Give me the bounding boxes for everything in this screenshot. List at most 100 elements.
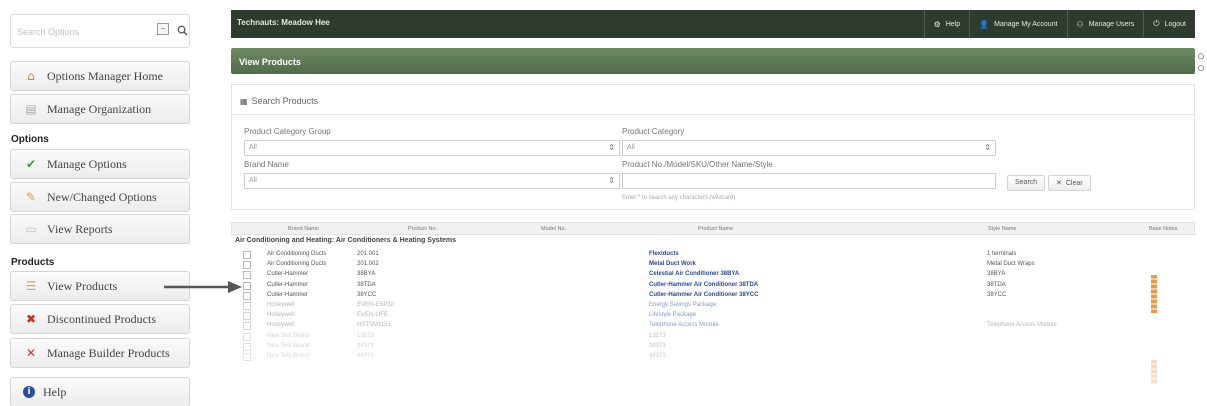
select-product-category-group[interactable]: All ⇕	[244, 140, 620, 156]
cell-product-name[interactable]: 13273	[649, 333, 666, 339]
chevron-updown-icon: ⇕	[984, 143, 991, 152]
table-row[interactable]: Honeywell EVEN-ESP32 Energy Savings Packag…	[231, 301, 1195, 311]
search-button[interactable]: Search	[1007, 175, 1046, 191]
table-header: Brand Name Product No. Model No. Product…	[231, 222, 1195, 235]
nav-manage-options[interactable]: ✔ Manage Options	[10, 149, 190, 179]
nav-view-reports[interactable]: ▭ View Reports	[10, 214, 190, 244]
cell-style-name: 38YCC	[987, 291, 1007, 298]
col-base-notes[interactable]: Base Notes	[1149, 226, 1177, 232]
row-checkbox[interactable]	[243, 271, 251, 280]
nav-new-changed-options[interactable]: ✎ New/Changed Options	[10, 182, 190, 212]
cell-product-no: 13273	[357, 332, 374, 339]
select-product-category[interactable]: All ⇕	[622, 140, 996, 156]
row-checkbox[interactable]	[243, 302, 251, 310]
note-marker	[1151, 275, 1157, 313]
collapse-icon[interactable]: −	[157, 23, 169, 35]
select-brand-name[interactable]: All ⇕	[244, 173, 620, 189]
home-icon: ⌂	[27, 69, 35, 83]
welcome-text: Technauts: Meadow Hee	[237, 18, 330, 27]
cell-brand-name: Cutler-Hammer	[267, 271, 309, 278]
nav-help[interactable]: i Help	[10, 377, 190, 406]
input-product-no[interactable]	[622, 173, 996, 189]
cell-style-name: 1 terminals	[987, 251, 1017, 257]
cell-product-name[interactable]: Cutler-Hammer Air Conditioner 38TDA	[649, 282, 758, 288]
cell-brand-name: New Test Brand	[267, 342, 310, 349]
col-style-name[interactable]: Style Name	[988, 226, 1016, 232]
row-checkbox[interactable]	[243, 353, 251, 361]
clear-button[interactable]: ✕ Clear	[1048, 175, 1091, 191]
nav-discontinued-products[interactable]: ✖ Discontinued Products	[10, 304, 190, 334]
nav-label: New/Changed Options	[47, 189, 157, 204]
top-link-manage-account[interactable]: 👤 Manage My Account	[969, 10, 1066, 38]
cell-product-name[interactable]: Energy Savings Package	[649, 302, 716, 308]
col-brand-name[interactable]: Brand Name	[288, 226, 319, 232]
clear-x-icon: ✕	[1056, 179, 1062, 187]
cell-product-name[interactable]: Telephone Access Module	[649, 322, 719, 328]
nav-options-manager-home[interactable]: ⌂ Options Manager Home	[10, 61, 190, 91]
chevron-updown-icon: ⇕	[608, 176, 615, 185]
top-link-help[interactable]: ⚙ Help	[923, 10, 970, 38]
row-checkbox[interactable]	[243, 342, 251, 351]
cell-product-no: 34373	[357, 342, 374, 349]
table-row[interactable]: Honeywell EVEN-LIFE Lifestyle Package	[231, 311, 1195, 321]
cell-product-no: 201.001	[357, 251, 379, 257]
col-product-name[interactable]: Product Name	[698, 226, 733, 232]
cell-style-name: Metal Duct Wraps	[987, 261, 1035, 268]
cell-product-name[interactable]: Metal Duct Work	[649, 261, 696, 267]
power-icon: ⏻	[1153, 19, 1160, 28]
sidebar-search-input[interactable]	[17, 23, 137, 41]
row-checkbox[interactable]	[243, 281, 251, 290]
cell-product-name[interactable]: Flexiducts	[649, 251, 679, 257]
table-row[interactable]: New Test Brand 44373 44373	[231, 352, 1195, 362]
table-row[interactable]: Cutler-Hammer 38TDA Cutler-Hammer Air Cond…	[231, 281, 1195, 291]
cell-product-name[interactable]: 34373	[649, 343, 666, 349]
list-icon: ☰	[25, 279, 37, 293]
label-brand-name: Brand Name	[244, 160, 289, 169]
top-link-label: Manage My Account	[994, 20, 1058, 28]
row-checkbox[interactable]	[243, 332, 251, 341]
nav-label: View Products	[47, 278, 118, 293]
tools-icon: ✕	[25, 346, 37, 360]
cell-product-name[interactable]: Cutler-Hammer Air Conditioner 38YCC	[649, 292, 758, 298]
row-checkbox[interactable]	[243, 291, 251, 300]
settings-icon: ⚙	[933, 19, 941, 29]
cell-product-name[interactable]: Lifestyle Package	[649, 312, 696, 318]
table-row[interactable]: Cutler-Hammer 38BYA Celestial Air Conditio…	[231, 270, 1195, 280]
table-row[interactable]: Cutler-Hammer 38YCC Cutler-Hammer Air Cond…	[231, 291, 1195, 301]
cell-brand-name: Honeywell	[267, 312, 295, 319]
search-products-panel: ▦ Search Products Product Category Group …	[231, 84, 1195, 210]
nav-label: Manage Organization	[47, 101, 152, 116]
top-link-logout[interactable]: ⏻ Logout	[1143, 10, 1195, 38]
select-value: All	[627, 144, 635, 151]
cell-product-no: 38TDA	[357, 281, 376, 288]
top-link-label: Manage Users	[1088, 20, 1135, 28]
row-checkbox[interactable]	[243, 251, 251, 259]
cell-brand-name: Cutler-Hammer	[267, 281, 309, 288]
cell-brand-name: Honeywell	[267, 322, 295, 329]
row-checkbox[interactable]	[243, 261, 251, 270]
sidebar-search-box: −	[10, 14, 190, 48]
col-product-no[interactable]: Product No.	[408, 226, 437, 232]
top-link-manage-users[interactable]: ⚇ Manage Users	[1066, 10, 1144, 38]
cell-product-no: 38YCC	[357, 291, 377, 298]
nav-view-products[interactable]: ☰ View Products	[10, 271, 190, 301]
nav-manage-builder-products[interactable]: ✕ Manage Builder Products	[10, 338, 190, 368]
table-row[interactable]: Honeywell HSTSM1151 Telephone Access Modul…	[231, 321, 1195, 331]
cell-product-name[interactable]: 44373	[649, 353, 666, 359]
cell-brand-name: Honeywell	[267, 302, 295, 308]
row-checkbox[interactable]	[243, 322, 251, 331]
table-row[interactable]: New Test Brand 13273 13273	[231, 332, 1195, 342]
search-icon[interactable]	[177, 25, 189, 37]
top-link-label: Help	[945, 20, 961, 28]
users-icon: ⚇	[1076, 19, 1084, 29]
table-row[interactable]: Air Conditioning Ducts 201.002 Metal Duct …	[231, 260, 1195, 270]
cell-product-no: EVEN-LIFE	[357, 312, 389, 319]
cell-brand-name: New Test Brand	[267, 332, 310, 339]
cell-product-name[interactable]: Celestial Air Conditioner 38BYA	[649, 271, 739, 277]
row-checkbox[interactable]	[243, 312, 251, 321]
table-row[interactable]: Air Conditioning Ducts 201.001 Flexiducts 1…	[231, 250, 1195, 260]
col-model-no[interactable]: Model No.	[541, 226, 566, 232]
table-row[interactable]: New Test Brand 34373 34373	[231, 342, 1195, 352]
nav-manage-organization[interactable]: ▤ Manage Organization	[10, 94, 190, 124]
label-product-category: Product Category	[622, 127, 685, 136]
